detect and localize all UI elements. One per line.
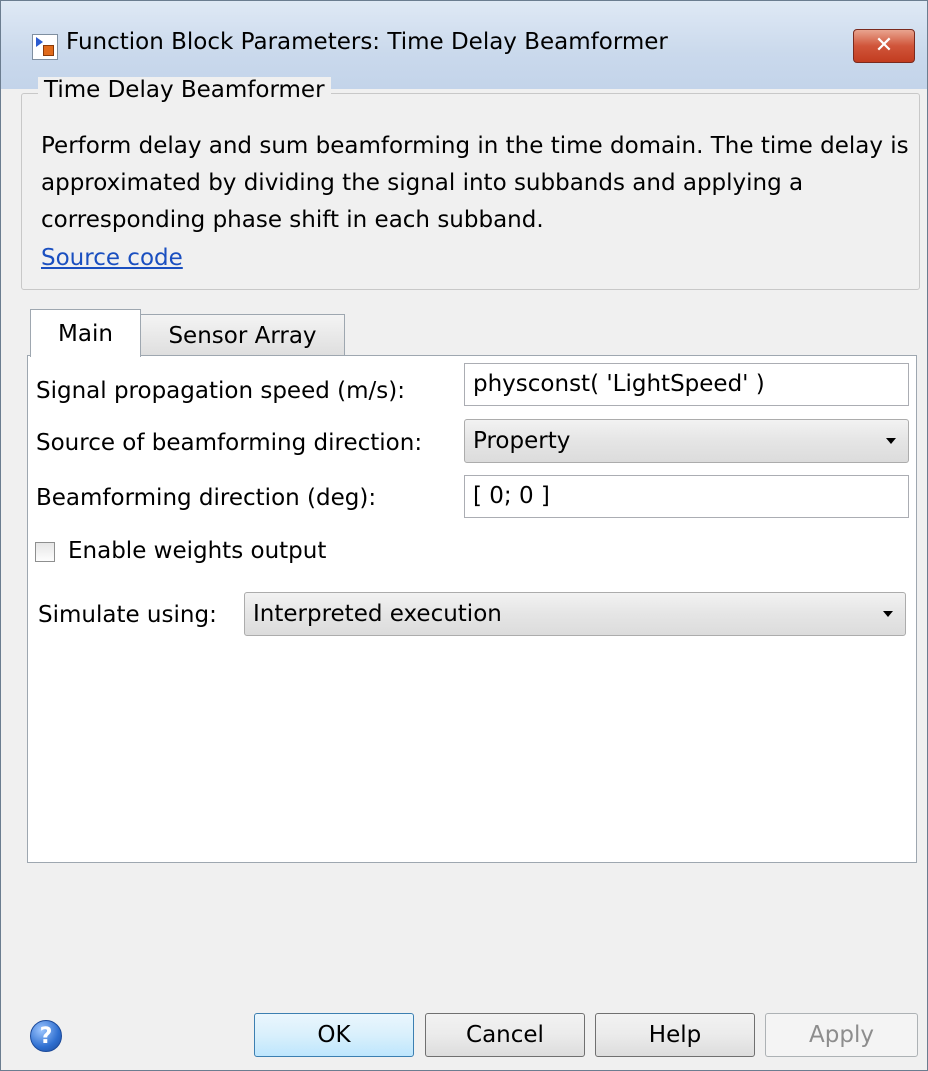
- simulink-block-icon: [32, 34, 58, 60]
- apply-button[interactable]: Apply: [765, 1013, 918, 1057]
- title-bar[interactable]: Function Block Parameters: Time Delay Be…: [1, 1, 927, 89]
- window-title: Function Block Parameters: Time Delay Be…: [66, 29, 668, 55]
- direction-label: Beamforming direction (deg):: [36, 485, 377, 511]
- ok-button[interactable]: OK: [254, 1013, 414, 1057]
- simulate-using-dropdown[interactable]: Interpreted execution: [244, 592, 906, 636]
- close-button[interactable]: ✕: [853, 29, 915, 63]
- direction-source-value: Property: [473, 428, 571, 454]
- help-button[interactable]: Help: [595, 1013, 755, 1057]
- simulate-using-value: Interpreted execution: [253, 601, 502, 627]
- block-description: Perform delay and sum beamforming in the…: [41, 133, 909, 233]
- group-title: Time Delay Beamformer: [38, 77, 331, 103]
- question-icon[interactable]: ?: [30, 1020, 62, 1052]
- cancel-button[interactable]: Cancel: [425, 1013, 585, 1057]
- direction-source-label: Source of beamforming direction:: [36, 430, 423, 456]
- chevron-down-icon: [886, 438, 896, 444]
- dialog-window: Function Block Parameters: Time Delay Be…: [0, 0, 928, 1071]
- weights-output-label: Enable weights output: [68, 538, 327, 564]
- direction-source-dropdown[interactable]: Property: [464, 419, 909, 463]
- propagation-speed-label: Signal propagation speed (m/s):: [36, 378, 405, 404]
- propagation-speed-field[interactable]: physconst( 'LightSpeed' ): [464, 363, 909, 406]
- weights-output-checkbox[interactable]: [35, 542, 55, 562]
- source-code-link[interactable]: Source code: [41, 245, 183, 271]
- direction-field[interactable]: [ 0; 0 ]: [464, 475, 909, 518]
- tab-sensor-array[interactable]: Sensor Array: [140, 314, 345, 356]
- tab-main[interactable]: Main: [30, 309, 141, 357]
- chevron-down-icon: [883, 611, 893, 617]
- simulate-using-label: Simulate using:: [38, 602, 217, 628]
